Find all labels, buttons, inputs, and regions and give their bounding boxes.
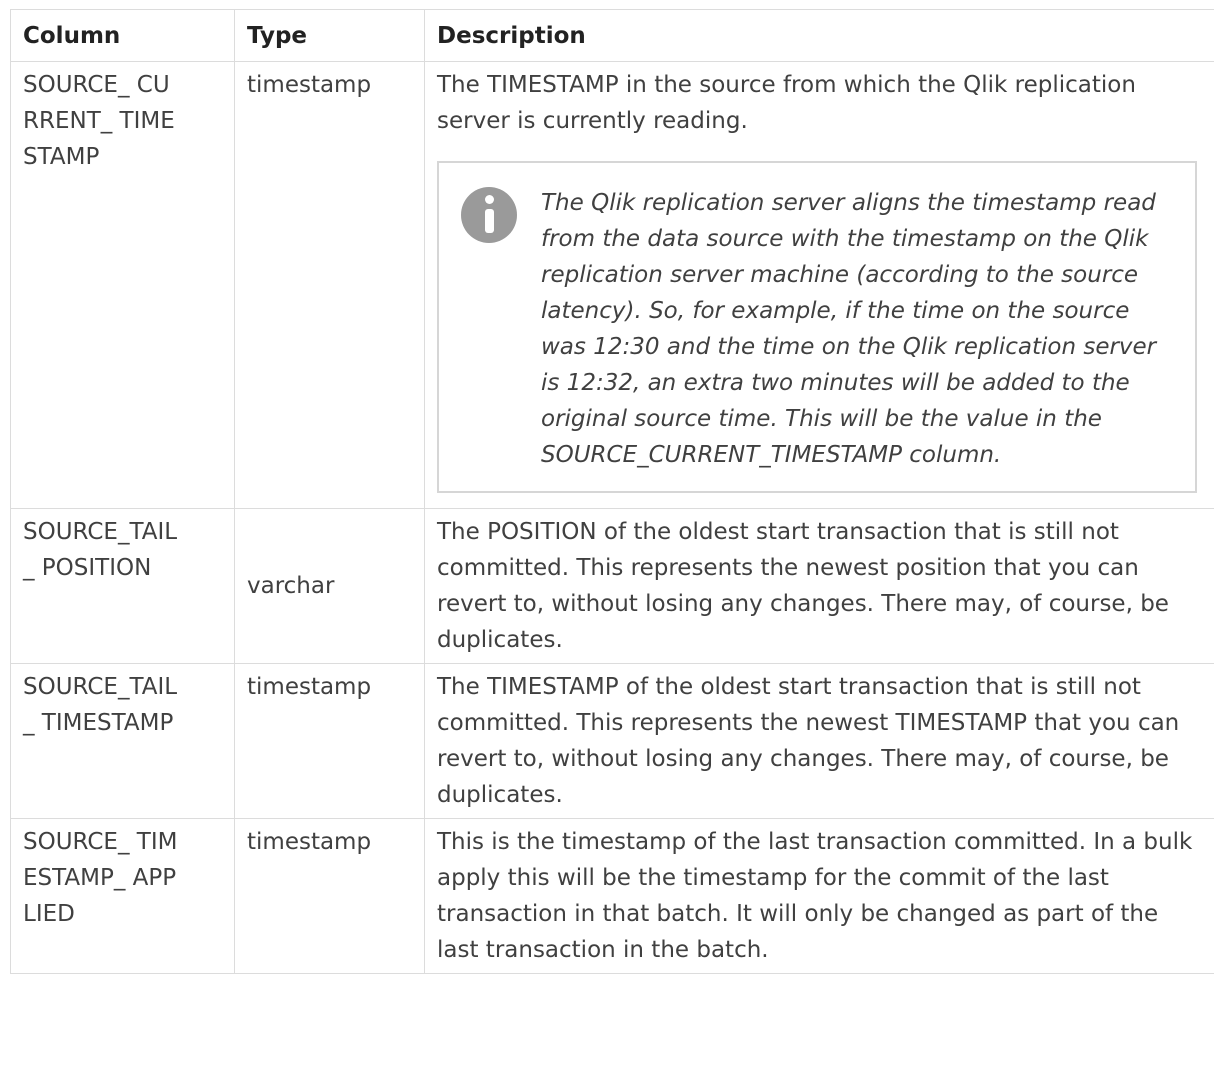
description-text: This is the timestamp of the last transa…: [437, 829, 1193, 963]
header-description: Description: [424, 9, 1214, 62]
column-name: SOURCE_ TIMESTAMP_ APPLIED: [23, 829, 178, 927]
info-icon: [461, 187, 517, 243]
table-row: SOURCE_TAIL_ POSITION varchar The POSITI…: [10, 508, 1214, 664]
column-cell: SOURCE_ CURRENT_ TIMESTAMP: [10, 61, 235, 509]
table-row: SOURCE_ CURRENT_ TIMESTAMP timestamp The…: [10, 61, 1214, 509]
header-row: Column Type Description: [10, 9, 1214, 62]
column-name: SOURCE_TAIL_ TIMESTAMP: [23, 674, 178, 736]
description-cell: The TIMESTAMP of the oldest start transa…: [424, 663, 1214, 819]
columns-table: Column Type Description SOURCE_ CURRENT_…: [10, 9, 1214, 974]
column-name: SOURCE_ CURRENT_ TIMESTAMP: [23, 72, 175, 170]
type-cell: timestamp: [234, 61, 425, 509]
table-header: Column Type Description: [10, 9, 1214, 62]
description-text: The TIMESTAMP of the oldest start transa…: [437, 674, 1180, 808]
column-name: SOURCE_TAIL_ POSITION: [23, 519, 178, 581]
header-column: Column: [10, 9, 235, 62]
note-box: The Qlik replication server aligns the t…: [437, 161, 1197, 493]
description-text: The POSITION of the oldest start transac…: [437, 519, 1169, 653]
column-cell: SOURCE_TAIL_ POSITION: [10, 508, 235, 664]
type-value: timestamp: [247, 829, 372, 855]
type-cell: varchar: [234, 508, 425, 664]
description-cell: The TIMESTAMP in the source from which t…: [424, 61, 1214, 509]
description-cell: This is the timestamp of the last transa…: [424, 818, 1214, 974]
note-text: The Qlik replication server aligns the t…: [541, 190, 1157, 468]
type-cell: timestamp: [234, 663, 425, 819]
type-value: timestamp: [247, 674, 372, 700]
column-cell: SOURCE_TAIL_ TIMESTAMP: [10, 663, 235, 819]
table-row: SOURCE_TAIL_ TIMESTAMP timestamp The TIM…: [10, 663, 1214, 819]
description-cell: The POSITION of the oldest start transac…: [424, 508, 1214, 664]
type-value: varchar: [247, 573, 335, 599]
column-cell: SOURCE_ TIMESTAMP_ APPLIED: [10, 818, 235, 974]
description-text: The TIMESTAMP in the source from which t…: [437, 72, 1136, 134]
table-row: SOURCE_ TIMESTAMP_ APPLIED timestamp Thi…: [10, 818, 1214, 974]
header-type: Type: [234, 9, 425, 62]
type-value: timestamp: [247, 72, 372, 98]
type-cell: timestamp: [234, 818, 425, 974]
